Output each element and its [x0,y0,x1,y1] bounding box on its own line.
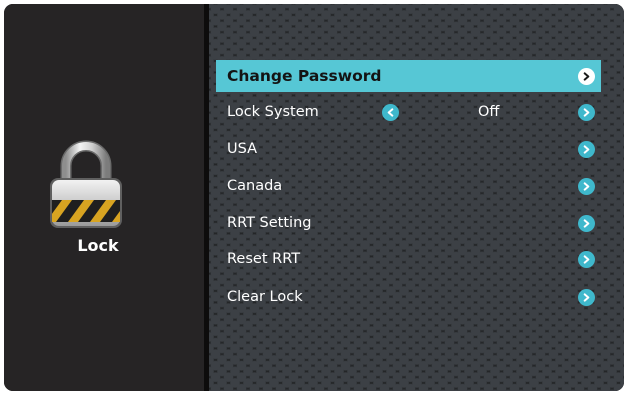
menu-item-usa[interactable]: USA [216,133,601,165]
menu-item-change-password[interactable]: Change Password [216,60,601,92]
menu-item-clear-lock[interactable]: Clear Lock [216,281,601,313]
menu-item-reset-rrt[interactable]: Reset RRT [216,243,601,275]
menu-item-canada[interactable]: Canada [216,170,601,202]
chevron-right-icon[interactable] [578,67,595,85]
category-title: Lock [77,236,119,255]
chevron-left-icon[interactable] [382,103,399,121]
menu-item-rrt-setting[interactable]: RRT Setting [216,207,601,239]
menu-item-label: Reset RRT [227,251,301,267]
menu-item-label: RRT Setting [227,215,312,231]
menu-item-label: Lock System [227,104,319,120]
menu-item-label: Canada [227,178,283,194]
chevron-right-icon[interactable] [578,288,595,306]
chevron-right-icon[interactable] [578,250,595,268]
padlock-icon [46,138,126,238]
chevron-right-icon[interactable] [578,140,595,158]
chevron-right-icon[interactable] [578,103,595,121]
menu-item-lock-system[interactable]: Lock System Off [216,96,601,128]
menu-item-label: Clear Lock [227,289,303,305]
menu-item-label: USA [227,141,258,157]
chevron-right-icon[interactable] [578,177,595,195]
lock-system-value: Off [478,104,500,120]
menu-item-label: Change Password [227,67,382,85]
chevron-right-icon[interactable] [578,214,595,232]
